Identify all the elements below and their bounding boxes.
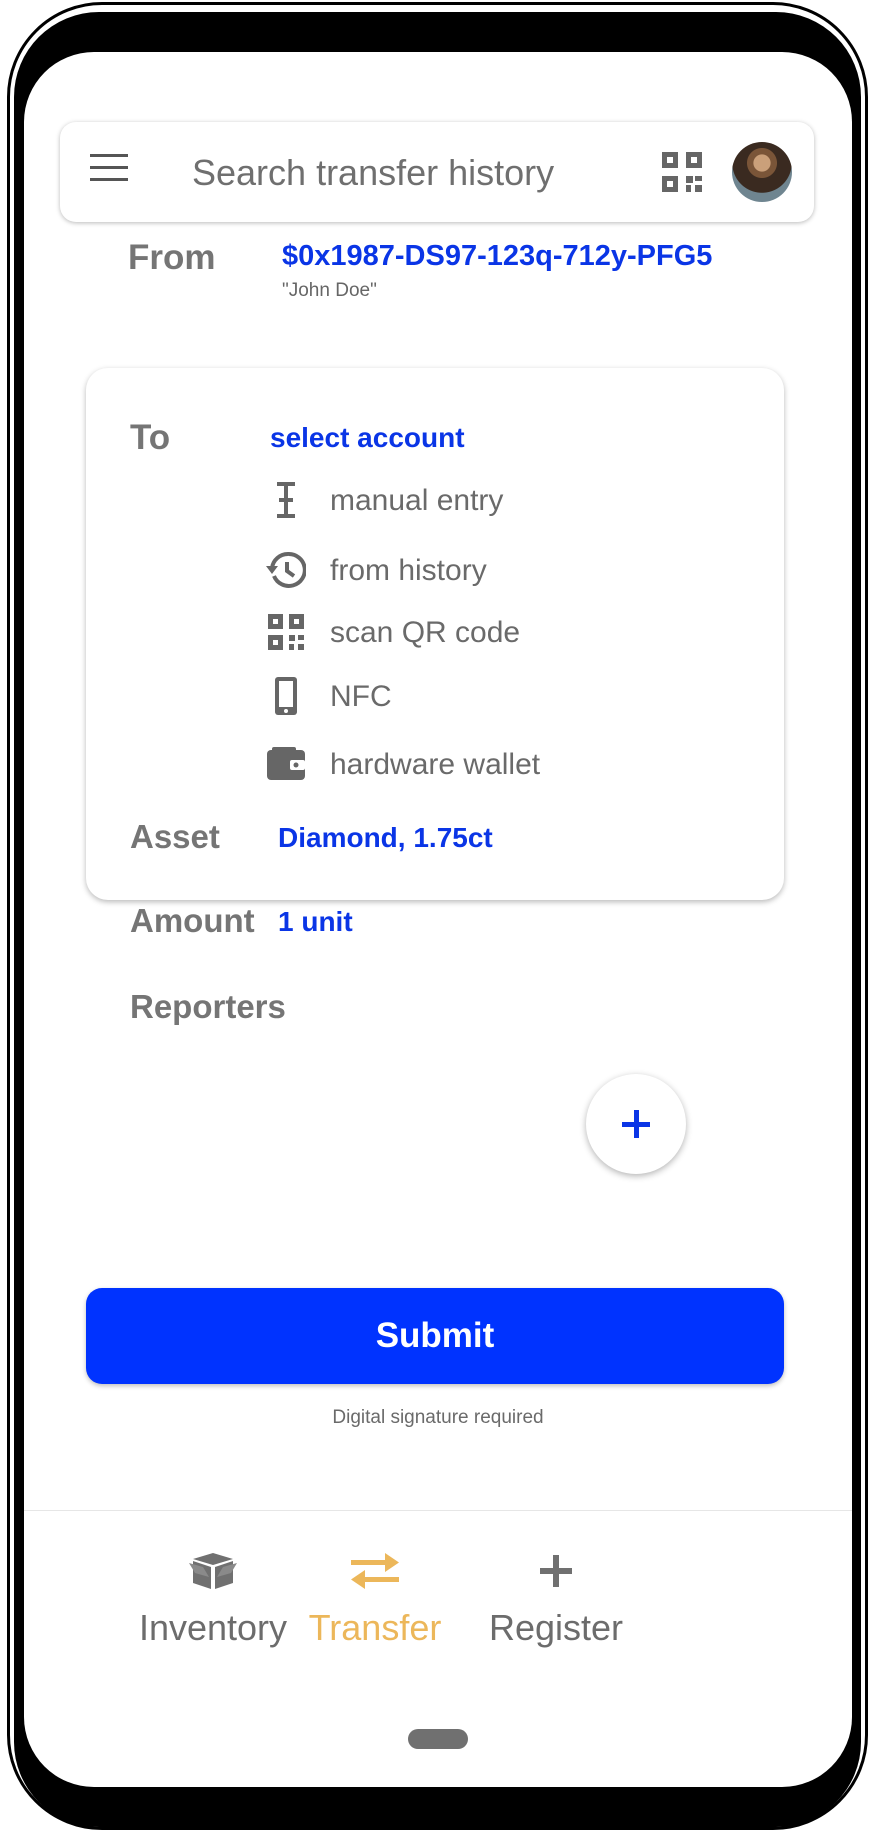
- nav-label: Transfer: [308, 1607, 442, 1648]
- app-screen: From $0x1987-DS97-123q-712y-PFG5 "John D…: [24, 52, 852, 1787]
- phone-icon: [275, 677, 297, 715]
- bottom-navigation: Inventory Transfer Register: [24, 1510, 852, 1691]
- select-account-link[interactable]: select account: [270, 422, 465, 454]
- avatar[interactable]: [732, 142, 792, 202]
- option-manual-entry[interactable]: manual entry: [266, 476, 706, 524]
- amount-value[interactable]: 1 unit: [278, 906, 353, 938]
- option-label: NFC: [330, 680, 392, 713]
- add-reporter-button[interactable]: [586, 1074, 686, 1174]
- nav-transfer[interactable]: Transfer: [280, 1551, 470, 1661]
- option-scan-qr[interactable]: scan QR code: [266, 608, 706, 656]
- search-input[interactable]: [190, 148, 614, 198]
- submit-button[interactable]: Submit: [86, 1288, 784, 1384]
- option-from-history[interactable]: from history: [266, 546, 706, 594]
- plus-icon: [540, 1555, 572, 1587]
- menu-icon[interactable]: [90, 154, 128, 190]
- qr-code-icon: [268, 614, 304, 650]
- box-icon: [189, 1553, 237, 1589]
- asset-value[interactable]: Diamond, 1.75ct: [278, 822, 493, 854]
- asset-label: Asset: [130, 818, 220, 855]
- plus-icon: [634, 1110, 639, 1138]
- text-cursor-icon: [277, 482, 295, 518]
- option-label: from history: [330, 554, 487, 587]
- wallet-icon: [267, 747, 305, 780]
- qr-code-icon[interactable]: [662, 152, 702, 192]
- from-account: $0x1987-DS97-123q-712y-PFG5: [282, 240, 713, 272]
- option-nfc[interactable]: NFC: [266, 672, 706, 720]
- home-indicator[interactable]: [408, 1729, 468, 1749]
- swap-arrows-icon: [351, 1553, 399, 1589]
- nav-register[interactable]: Register: [461, 1551, 651, 1661]
- option-label: scan QR code: [330, 616, 521, 649]
- from-name: "John Doe": [282, 280, 377, 301]
- amount-label: Amount: [130, 902, 255, 939]
- history-icon: [266, 551, 306, 588]
- reporters-label: Reporters: [130, 988, 286, 1025]
- nav-label: Register: [488, 1607, 624, 1648]
- signature-note: Digital signature required: [332, 1407, 544, 1428]
- option-label: hardware wallet: [330, 748, 541, 781]
- to-label: To: [130, 418, 171, 457]
- option-label: manual entry: [330, 484, 504, 517]
- option-hardware-wallet[interactable]: hardware wallet: [266, 740, 706, 788]
- search-bar: [60, 122, 814, 222]
- from-label: From: [128, 238, 216, 277]
